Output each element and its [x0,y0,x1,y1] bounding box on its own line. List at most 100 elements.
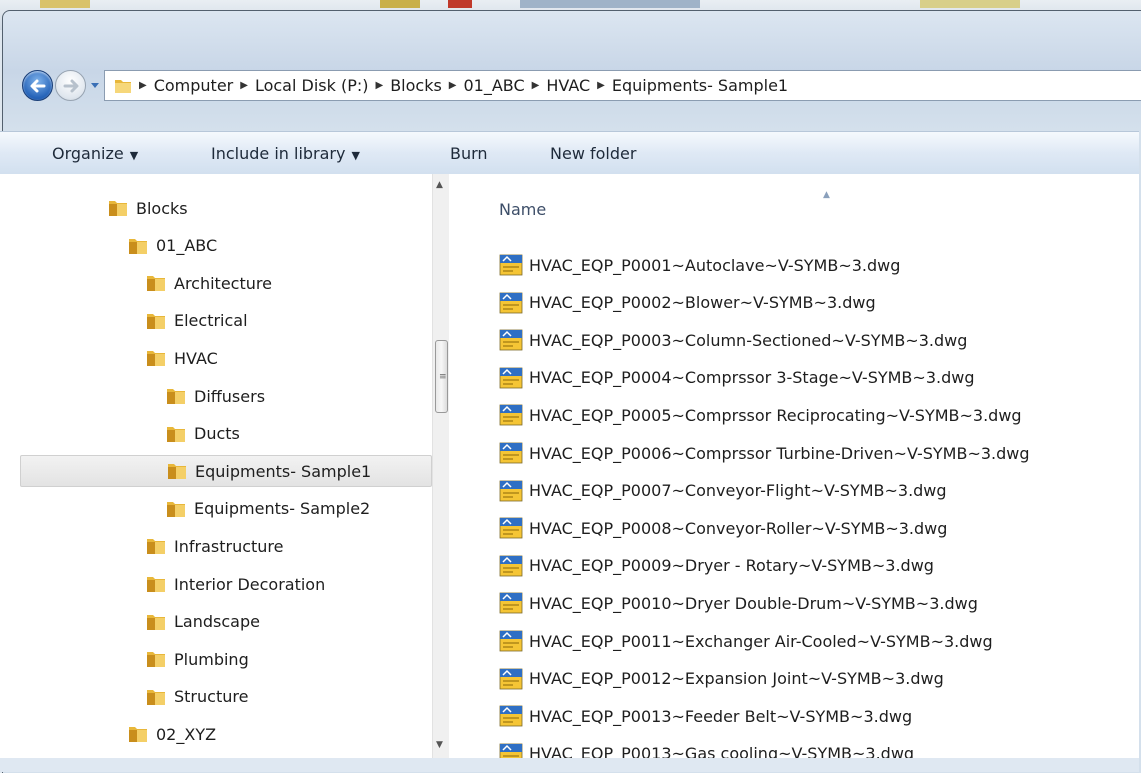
file-name: HVAC_EQP_P0005~Comprssor Reciprocating~V… [529,405,1022,425]
navigation-pane: Blocks 01_ABC Architecture Electrical HVAC Di… [0,174,432,762]
recent-pages-button[interactable] [90,80,100,90]
tree-item-label: Equipments- Sample1 [195,461,372,481]
folder-icon [168,464,186,480]
breadcrumb-item[interactable]: ▶ HVAC [532,76,598,95]
tree-item-label: Plumbing [174,649,249,669]
file-row[interactable]: HVAC_EQP_P0012~Expansion Joint~V-SYMB~3.… [499,661,944,697]
tree-item[interactable]: Electrical [146,305,248,337]
breadcrumb-label: Equipments- Sample1 [611,76,789,95]
tree-item[interactable]: Equipments- Sample1 [20,455,432,488]
organize-button[interactable]: Organize ▼ [52,144,138,163]
organize-label: Organize [52,143,124,163]
folder-icon [167,426,185,442]
tree-item[interactable]: Interior Decoration [146,568,325,600]
folder-icon [129,238,147,254]
breadcrumb-separator-icon[interactable]: ▶ [449,80,457,91]
dwg-file-icon [499,329,523,351]
back-button[interactable] [22,70,53,101]
file-row[interactable]: HVAC_EQP_P0005~Comprssor Reciprocating~V… [499,397,1022,433]
tree-item[interactable]: Infrastructure [146,530,283,562]
name-column-header[interactable]: Name [499,200,546,219]
tree-item[interactable]: HVAC [146,342,218,374]
tree-item-label: Structure [174,687,249,707]
dwg-file-icon [499,292,523,313]
command-bar: Organize ▼ Include in library ▼ Burn New f… [0,131,1139,175]
navigation-pane-scrollbar[interactable]: ▲ ≡ ▼ [432,174,449,762]
dwg-file-icon [499,517,523,539]
file-row[interactable]: HVAC_EQP_P0002~Blower~V-SYMB~3.dwg [499,285,876,321]
breadcrumb-item[interactable]: ▶ Equipments- Sample1 [597,76,795,95]
breadcrumb-separator-icon[interactable]: ▶ [375,80,383,91]
folder-icon [129,727,147,743]
breadcrumb-separator-icon[interactable]: ▶ [532,80,540,91]
file-row[interactable]: HVAC_EQP_P0001~Autoclave~V-SYMB~3.dwg [499,247,900,283]
file-row[interactable]: HVAC_EQP_P0010~Dryer Double-Drum~V-SYMB~… [499,585,978,621]
breadcrumb-label: Blocks [390,76,442,95]
breadcrumb-label: 01_ABC [463,76,525,95]
file-row[interactable]: HVAC_EQP_P0013~Feeder Belt~V-SYMB~3.dwg [499,698,912,734]
file-name: HVAC_EQP_P0012~Expansion Joint~V-SYMB~3.… [529,669,944,689]
chevron-down-icon: ▼ [129,148,139,162]
dwg-file-icon [499,254,523,276]
breadcrumb-item[interactable]: ▶ 01_ABC [449,76,532,95]
tree-item-label: Blocks [136,198,188,218]
dwg-file-icon [499,668,523,689]
scroll-down-icon[interactable]: ▼ [436,740,443,750]
tree-item[interactable]: Equipments- Sample2 [166,493,370,525]
breadcrumb-separator-icon[interactable]: ▶ [240,80,248,91]
breadcrumb: ▶ Computer ▶ Local Disk (P:) ▶ Blocks ▶ 01_ABC ▶… [139,76,795,95]
tree-item[interactable]: 01_ABC [128,230,217,262]
background-window-chip [40,0,90,8]
address-bar[interactable]: ▶ Computer ▶ Local Disk (P:) ▶ Blocks ▶ 01_ABC ▶… [104,70,1141,101]
tree-item-label: Ducts [194,424,240,444]
tree-item[interactable]: 02_XYZ [128,718,216,750]
tree-item[interactable]: Landscape [146,606,260,638]
folder-icon [167,501,185,517]
breadcrumb-item[interactable]: ▶ Local Disk (P:) [240,76,375,95]
new-folder-button[interactable]: New folder [550,144,636,163]
dwg-file-icon [499,630,523,652]
breadcrumb-separator-icon[interactable]: ▶ [597,80,605,91]
tree-item-label: 02_XYZ [156,724,217,744]
breadcrumb-item[interactable]: ▶ Blocks [375,76,448,95]
folder-icon [147,351,165,367]
scrollbar-thumb[interactable]: ≡ [435,340,448,413]
burn-button[interactable]: Burn [450,144,488,163]
breadcrumb-item[interactable]: ▶ Computer [139,76,240,95]
file-row[interactable]: HVAC_EQP_P0011~Exchanger Air-Cooled~V-SY… [499,623,993,659]
file-row[interactable]: HVAC_EQP_P0003~Column-Sectioned~V-SYMB~3… [499,322,967,358]
title-bar [3,11,1141,61]
file-name: HVAC_EQP_P0010~Dryer Double-Drum~V-SYMB~… [529,593,978,613]
tree-item[interactable]: Plumbing [146,643,249,675]
folder-icon [147,539,165,555]
file-row[interactable]: HVAC_EQP_P0004~Comprssor 3-Stage~V-SYMB~… [499,360,974,396]
file-row[interactable]: HVAC_EQP_P0007~Conveyor-Flight~V-SYMB~3.… [499,473,947,509]
tree-item-label: Diffusers [194,386,266,406]
tree-item-label: 01_ABC [156,236,218,256]
folder-icon [147,313,165,329]
folder-icon [147,689,165,705]
tree-item[interactable]: Diffusers [166,380,265,412]
breadcrumb-separator-icon[interactable]: ▶ [139,80,147,91]
folder-icon [147,652,165,668]
chevron-down-icon: ▼ [351,148,360,162]
file-row[interactable]: HVAC_EQP_P0009~Dryer - Rotary~V-SYMB~3.d… [499,548,934,584]
include-in-library-button[interactable]: Include in library ▼ [211,144,360,163]
folder-icon [115,79,131,93]
sort-ascending-icon: ▲ [823,190,830,200]
folder-icon [147,276,165,292]
forward-button[interactable] [55,70,86,101]
tree-item[interactable]: Architecture [146,267,272,299]
file-row[interactable]: HVAC_EQP_P0008~Conveyor-Roller~V-SYMB~3.… [499,510,947,546]
tree-item-label: Infrastructure [174,536,284,556]
tree-item-label: Landscape [174,612,260,632]
tree-item[interactable]: Ducts [166,418,240,450]
folder-icon [147,577,165,592]
tree-item[interactable]: Structure [146,681,248,713]
file-row[interactable]: HVAC_EQP_P0006~Comprssor Turbine-Driven~… [499,435,1030,471]
background-window-chip [448,0,472,8]
tree-item-label: Electrical [174,311,248,331]
scroll-up-icon[interactable]: ▲ [436,180,443,190]
tree-item[interactable]: Blocks [108,192,188,224]
background-window-chip [380,0,420,8]
